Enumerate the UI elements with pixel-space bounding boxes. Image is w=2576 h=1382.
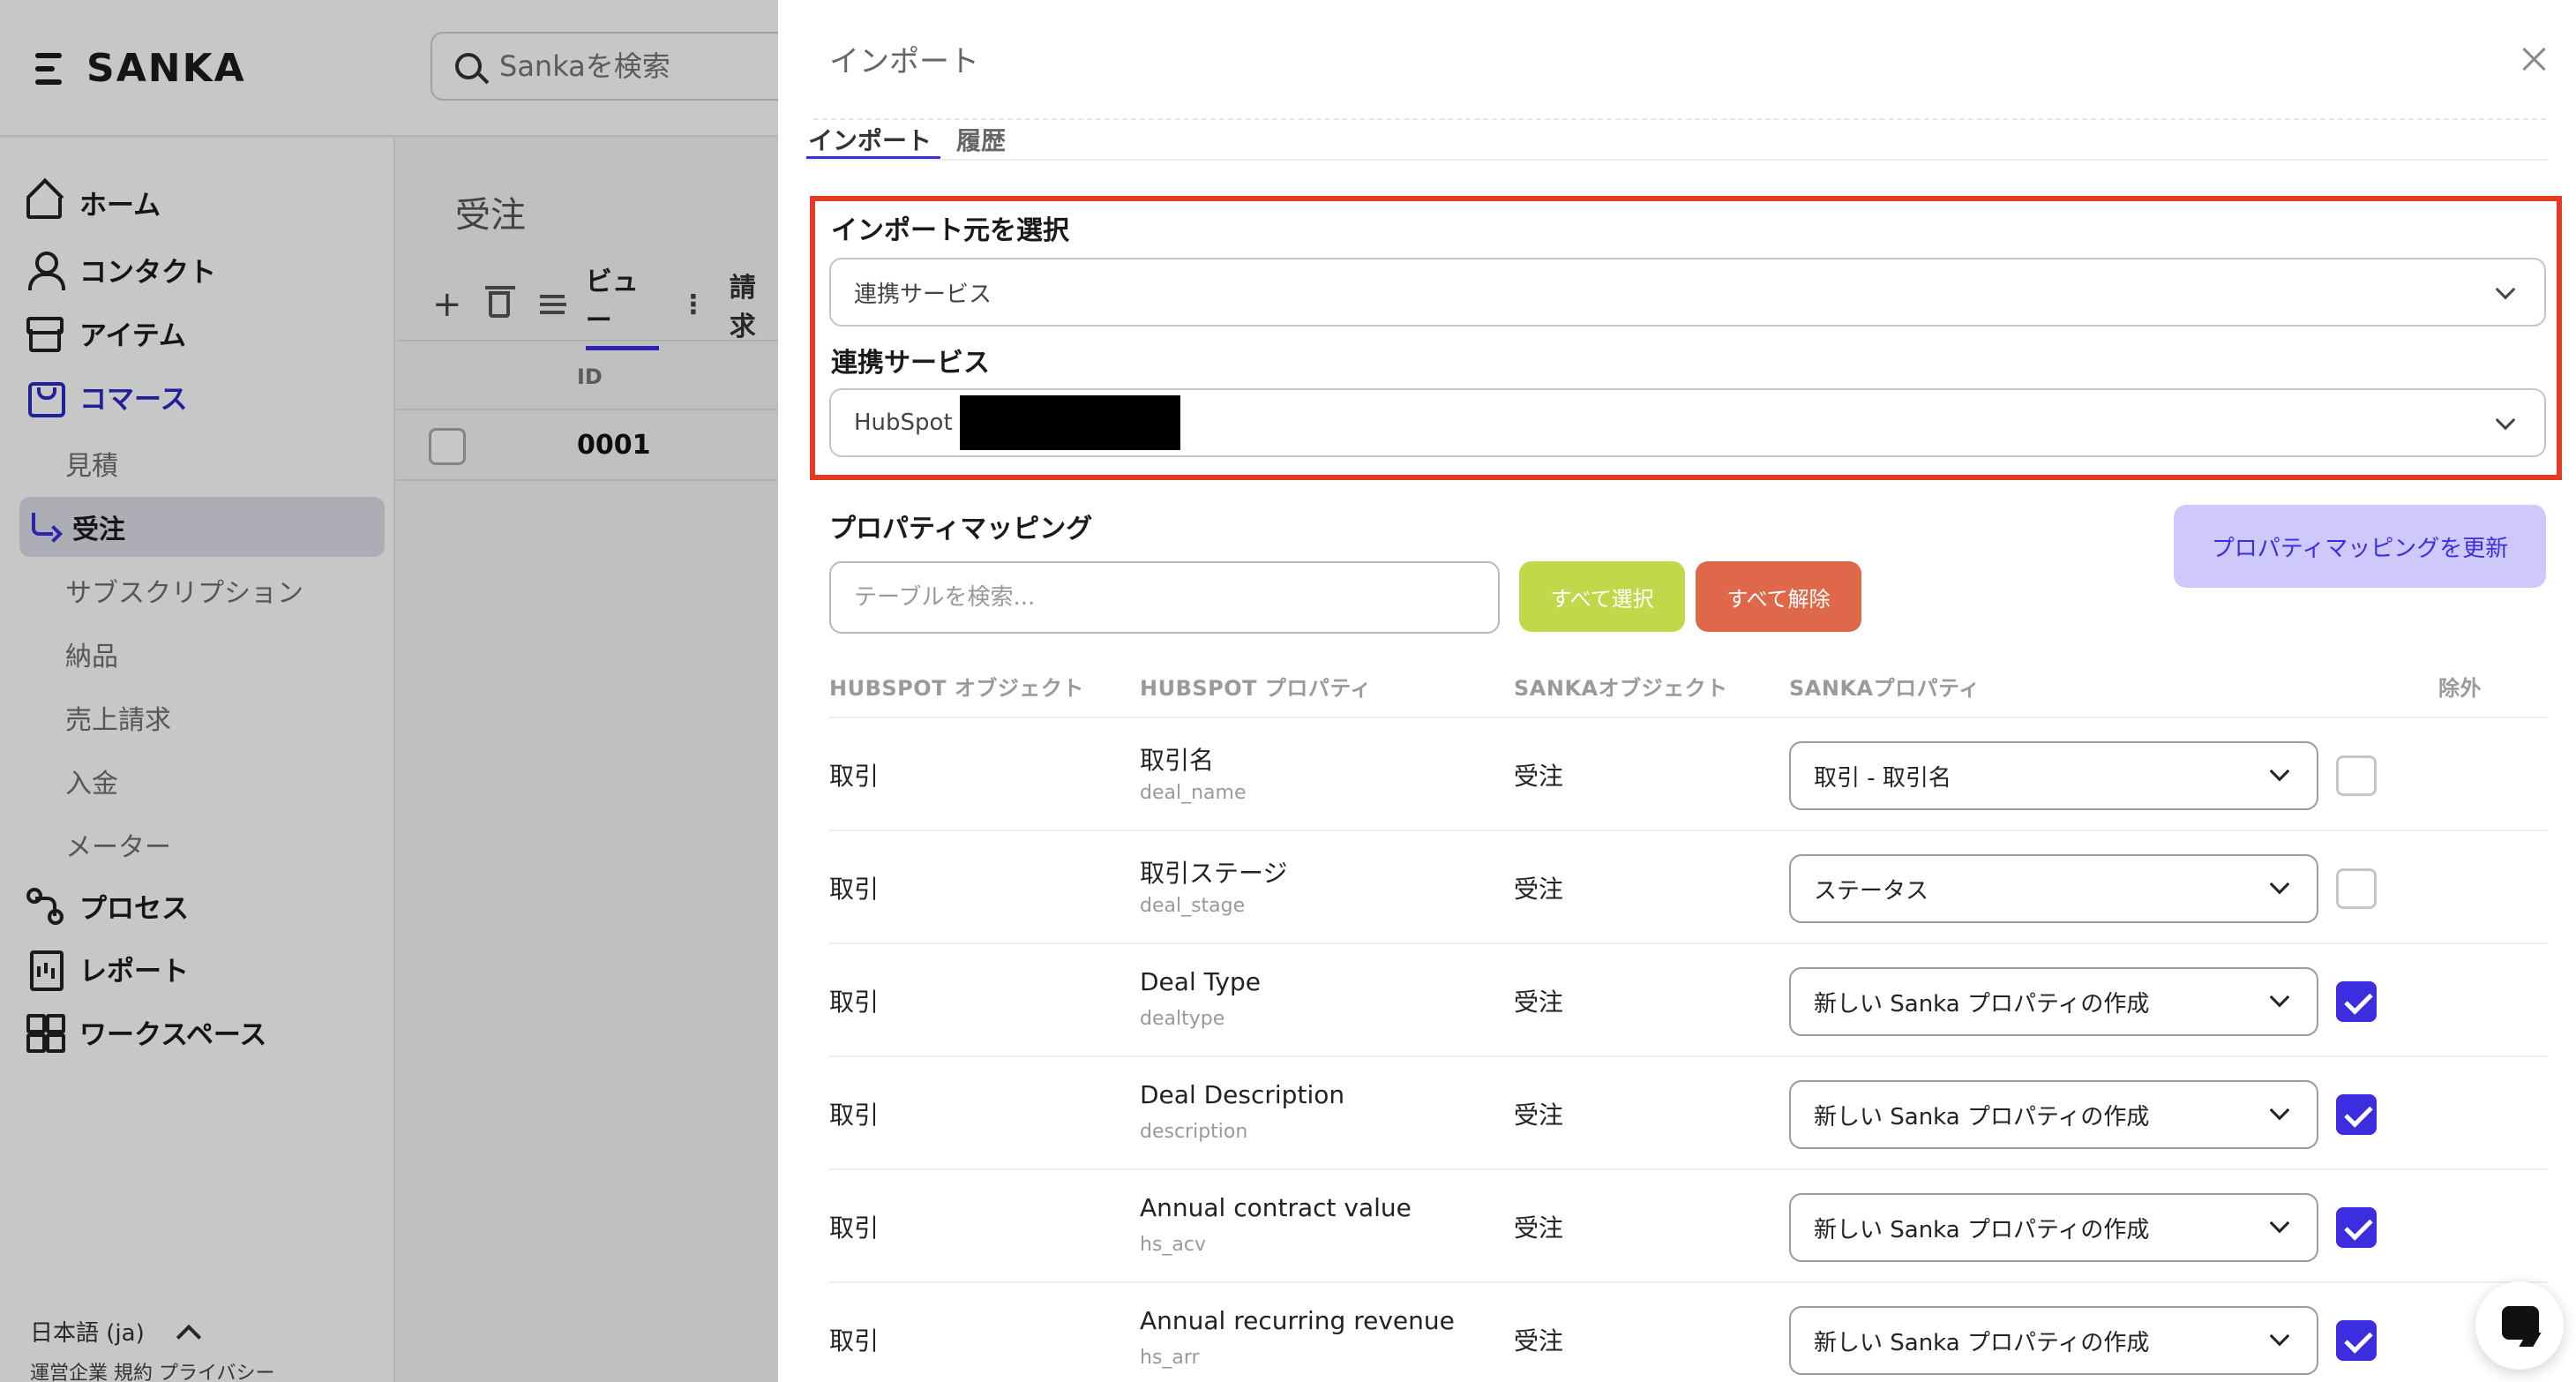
chat-icon[interactable] bbox=[2475, 1281, 2564, 1370]
import-panel: インポート インポート 履歴 インポート元を選択 連携サービス 連携サービス H… bbox=[778, 0, 2576, 1382]
integration-select[interactable]: HubSpot bbox=[829, 388, 2546, 457]
tab-import[interactable]: インポート bbox=[806, 122, 941, 161]
sanka-property-select[interactable]: 取引 - 取引名 bbox=[1789, 741, 2318, 810]
hubspot-property: Deal Description bbox=[1140, 1080, 1345, 1109]
hubspot-property-code: hs_arr bbox=[1140, 1347, 1200, 1369]
hubspot-property: Deal Type bbox=[1140, 967, 1261, 996]
source-select-value: 連携サービス bbox=[854, 281, 992, 308]
select-all-button[interactable]: すべて選択 bbox=[1519, 561, 1685, 632]
hubspot-object: 取引 bbox=[829, 1100, 880, 1130]
sanka-property-select[interactable]: ステータス bbox=[1789, 854, 2318, 923]
column-header-exclude: 除外 bbox=[2438, 676, 2482, 701]
sanka-object: 受注 bbox=[1514, 1213, 1564, 1243]
chevron-down-icon bbox=[2269, 1100, 2290, 1121]
source-select[interactable]: 連携サービス bbox=[829, 258, 2546, 327]
modal-overlay[interactable] bbox=[0, 0, 778, 1382]
chevron-down-icon bbox=[2269, 874, 2290, 895]
hubspot-property-code: deal_name bbox=[1140, 782, 1247, 804]
table-row: 取引 Deal Description description 受注 新しい Sanka… bbox=[829, 1057, 2548, 1170]
hubspot-property-code: description bbox=[1140, 1121, 1248, 1143]
hubspot-object: 取引 bbox=[829, 875, 880, 904]
sanka-object: 受注 bbox=[1514, 1326, 1564, 1356]
sanka-object: 受注 bbox=[1514, 988, 1564, 1017]
sanka-property-value: 新しい Sanka プロパティの作成 bbox=[1814, 1103, 2150, 1130]
sanka-property-value: 新しい Sanka プロパティの作成 bbox=[1814, 990, 2150, 1018]
sanka-object: 受注 bbox=[1514, 1100, 1564, 1130]
sanka-object: 受注 bbox=[1514, 875, 1564, 904]
sanka-property-value: 新しい Sanka プロパティの作成 bbox=[1814, 1329, 2150, 1356]
table-row: 取引 Annual recurring revenue hs_arr 受注 新しい Sa… bbox=[829, 1283, 2548, 1382]
sanka-property-select[interactable]: 新しい Sanka プロパティの作成 bbox=[1789, 1080, 2318, 1149]
integration-select-value: HubSpot bbox=[854, 409, 953, 436]
exclude-checkbox[interactable] bbox=[2336, 868, 2377, 909]
sanka-property-value: 新しい Sanka プロパティの作成 bbox=[1814, 1216, 2150, 1243]
table-search-input[interactable] bbox=[829, 561, 1500, 634]
exclude-checkbox[interactable] bbox=[2336, 1094, 2377, 1135]
table-row: 取引 取引名 deal_name 受注 取引 - 取引名 bbox=[829, 718, 2548, 831]
sanka-property-select[interactable]: 新しい Sanka プロパティの作成 bbox=[1789, 967, 2318, 1036]
hubspot-property-code: dealtype bbox=[1140, 1008, 1225, 1030]
source-label: インポート元を選択 bbox=[831, 215, 1069, 246]
hubspot-object: 取引 bbox=[829, 1326, 880, 1356]
column-header-sanka-property: SANKAプロパティ bbox=[1789, 676, 1981, 701]
chevron-down-icon bbox=[2495, 409, 2516, 431]
exclude-checkbox[interactable] bbox=[2336, 1207, 2377, 1248]
sanka-property-value: ステータス bbox=[1814, 877, 1929, 905]
exclude-checkbox[interactable] bbox=[2336, 755, 2377, 796]
chevron-down-icon bbox=[2269, 1326, 2290, 1347]
tab-history[interactable]: 履歴 bbox=[955, 122, 1015, 161]
hubspot-property: 取引名 bbox=[1140, 746, 1215, 775]
exclude-checkbox[interactable] bbox=[2336, 981, 2377, 1022]
exclude-checkbox[interactable] bbox=[2336, 1320, 2377, 1361]
update-mapping-button[interactable]: プロパティマッピングを更新 bbox=[2174, 505, 2546, 588]
hubspot-property: Annual recurring revenue bbox=[1140, 1306, 1455, 1335]
tabs-divider bbox=[806, 159, 2548, 161]
panel-tabs: インポート 履歴 bbox=[806, 122, 1029, 161]
close-icon[interactable] bbox=[2521, 46, 2548, 72]
hubspot-property: 取引ステージ bbox=[1140, 859, 1288, 888]
hubspot-property-code: hs_acv bbox=[1140, 1234, 1207, 1256]
sanka-property-select[interactable]: 新しい Sanka プロパティの作成 bbox=[1789, 1193, 2318, 1262]
column-header-hubspot-property: HUBSPOT プロパティ bbox=[1140, 676, 1372, 701]
chevron-down-icon bbox=[2269, 761, 2290, 782]
hubspot-object: 取引 bbox=[829, 762, 880, 791]
chevron-down-icon bbox=[2495, 279, 2516, 300]
hubspot-property-code: deal_stage bbox=[1140, 895, 1246, 917]
redaction-block bbox=[959, 395, 1180, 450]
chevron-down-icon bbox=[2269, 987, 2290, 1008]
column-header-sanka-object: SANKAオブジェクト bbox=[1514, 676, 1728, 701]
sanka-property-select[interactable]: 新しい Sanka プロパティの作成 bbox=[1789, 1306, 2318, 1375]
hubspot-object: 取引 bbox=[829, 988, 880, 1017]
table-row: 取引 取引ステージ deal_stage 受注 ステータス bbox=[829, 831, 2548, 944]
title-divider bbox=[813, 118, 2546, 120]
chevron-down-icon bbox=[2269, 1213, 2290, 1234]
table-row: 取引 Deal Type dealtype 受注 新しい Sanka プロパティの作成 bbox=[829, 944, 2548, 1057]
hubspot-property: Annual contract value bbox=[1140, 1193, 1412, 1222]
column-header-hubspot-object: HUBSPOT オブジェクト bbox=[829, 676, 1084, 701]
integration-label: 連携サービス bbox=[831, 348, 990, 379]
sanka-object: 受注 bbox=[1514, 762, 1564, 791]
hubspot-object: 取引 bbox=[829, 1213, 880, 1243]
panel-title: インポート bbox=[829, 44, 979, 79]
mapping-label: プロパティマッピング bbox=[829, 514, 1093, 545]
clear-all-button[interactable]: すべて解除 bbox=[1696, 561, 1861, 632]
sanka-property-value: 取引 - 取引名 bbox=[1814, 764, 1951, 792]
table-row: 取引 Annual contract value hs_acv 受注 新しい Sanka… bbox=[829, 1170, 2548, 1283]
